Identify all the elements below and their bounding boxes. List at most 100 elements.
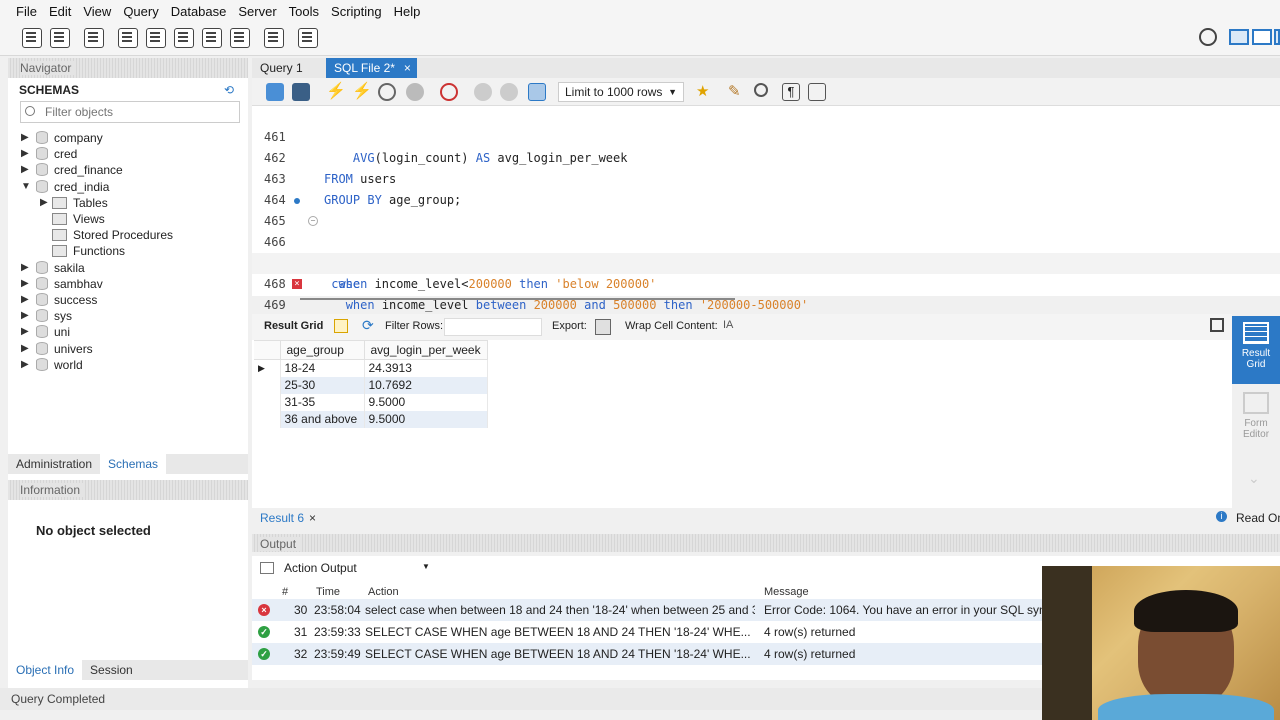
explain-icon[interactable]	[378, 83, 396, 101]
toggle-output-icon[interactable]	[1252, 29, 1272, 45]
limit-rows-select[interactable]: Limit to 1000 rows ▼	[558, 82, 684, 102]
find-icon[interactable]	[754, 83, 768, 97]
result-grid-button[interactable]: Result Grid	[1232, 316, 1280, 384]
expand-arrow-icon[interactable]: ▶	[21, 324, 29, 340]
open-sql-file-icon[interactable]	[50, 28, 70, 48]
grid-view-icon[interactable]	[334, 319, 348, 333]
tree-item[interactable]: ▶ cred_finance	[8, 162, 248, 178]
tree-item[interactable]: ▶ univers	[8, 341, 248, 357]
column-header[interactable]: avg_login_per_week	[363, 340, 488, 360]
tree-item[interactable]: ▶ uni	[8, 324, 248, 340]
tree-item[interactable]: ▶ company	[8, 130, 248, 146]
table-cell[interactable]: 18-24	[280, 359, 365, 377]
scroll-down-icon[interactable]: ⌄	[1248, 470, 1260, 487]
open-file-icon[interactable]	[266, 83, 284, 101]
expand-arrow-icon[interactable]: ▶	[40, 195, 48, 211]
table-row[interactable]: ▶ 18-24 24.3913	[254, 359, 488, 377]
tree-item[interactable]: ▶ world	[8, 357, 248, 373]
beautify-icon[interactable]: ★	[696, 83, 714, 101]
menu-query[interactable]: Query	[117, 4, 164, 19]
wrap-cell-icon[interactable]: IA	[723, 319, 733, 331]
commit-icon[interactable]	[474, 83, 492, 101]
form-editor-button[interactable]: Form Editor	[1232, 390, 1280, 448]
table-cell[interactable]: 10.7692	[364, 376, 488, 394]
invisible-chars-icon[interactable]: ¶	[782, 83, 800, 101]
column-header[interactable]: age_group	[279, 340, 365, 360]
create-procedure-icon[interactable]	[202, 28, 222, 48]
menu-tools[interactable]: Tools	[283, 4, 325, 19]
create-view-icon[interactable]	[174, 28, 194, 48]
tab-session[interactable]: Session	[82, 660, 141, 680]
copy-icon[interactable]	[260, 562, 274, 574]
menu-server[interactable]: Server	[232, 4, 282, 19]
menu-database[interactable]: Database	[165, 4, 233, 19]
table-row[interactable]: 36 and above 9.5000	[254, 410, 488, 428]
reconnect-icon[interactable]	[298, 28, 318, 48]
filter-objects-input[interactable]	[20, 101, 240, 123]
expand-arrow-icon[interactable]: ▶	[21, 162, 29, 178]
execute-icon[interactable]: ⚡	[326, 83, 346, 101]
expand-arrow-icon[interactable]: ▶	[21, 308, 29, 324]
create-table-icon[interactable]	[146, 28, 166, 48]
tree-item[interactable]: ▶ sambhav	[8, 276, 248, 292]
table-cell[interactable]: 24.3913	[364, 359, 488, 377]
editor-horizontal-scrollbar[interactable]	[300, 298, 735, 300]
table-row[interactable]: 25-30 10.7692	[254, 376, 488, 394]
table-cell[interactable]: 25-30	[280, 376, 365, 394]
toggle-sidebar-icon[interactable]	[1229, 29, 1249, 45]
tree-item[interactable]: Stored Procedures	[8, 227, 248, 243]
close-result-icon[interactable]: ×	[309, 511, 316, 525]
settings-icon[interactable]	[1199, 28, 1217, 46]
inspector-icon[interactable]	[84, 28, 104, 48]
tree-item[interactable]: ▶ sys	[8, 308, 248, 324]
expand-arrow-icon[interactable]: ▶	[21, 292, 29, 308]
chevron-down-icon[interactable]: ▼	[422, 562, 430, 571]
execute-current-icon[interactable]: ⚡	[352, 83, 372, 101]
stop-icon[interactable]	[406, 83, 424, 101]
menu-help[interactable]: Help	[388, 4, 427, 19]
expand-arrow-icon[interactable]: ▶	[21, 146, 29, 162]
fold-icon[interactable]: −	[308, 216, 318, 226]
expand-arrow-icon[interactable]: ▶	[21, 276, 29, 292]
menu-scripting[interactable]: Scripting	[325, 4, 388, 19]
autocommit-icon[interactable]	[528, 83, 546, 101]
output-mode-select[interactable]: Action Output	[284, 561, 357, 575]
expand-arrow-icon[interactable]: ▶	[21, 260, 29, 276]
create-function-icon[interactable]	[230, 28, 250, 48]
tab-query-1[interactable]: Query 1	[252, 58, 311, 78]
toggle-error-icon[interactable]	[440, 83, 458, 101]
save-icon[interactable]	[292, 83, 310, 101]
table-cell[interactable]: 36 and above	[280, 410, 365, 428]
tab-administration[interactable]: Administration	[8, 454, 100, 474]
new-sql-tab-icon[interactable]	[22, 28, 42, 48]
create-schema-icon[interactable]	[118, 28, 138, 48]
table-cell[interactable]: 9.5000	[364, 393, 488, 411]
export-icon[interactable]	[595, 319, 611, 335]
sql-editor[interactable]: 461 AVG(login_count) AS avg_login_per_we…	[252, 106, 1280, 312]
refresh-rows-icon[interactable]: ⟳	[362, 317, 374, 334]
wrap-lines-icon[interactable]	[808, 83, 826, 101]
tree-item[interactable]: ▼ cred_india	[8, 179, 248, 195]
tab-object-info[interactable]: Object Info	[8, 660, 83, 680]
filter-rows-input[interactable]	[444, 318, 542, 336]
tab-sql-file-2[interactable]: SQL File 2* ×	[326, 58, 417, 78]
menu-file[interactable]: File	[10, 4, 43, 19]
tree-item[interactable]: ▶ sakila	[8, 260, 248, 276]
menu-edit[interactable]: Edit	[43, 4, 77, 19]
tree-item[interactable]: ▶ cred	[8, 146, 248, 162]
expand-arrow-icon[interactable]: ▶	[21, 341, 29, 357]
tree-item[interactable]: ▶ success	[8, 292, 248, 308]
expand-arrow-icon[interactable]: ▶	[21, 357, 29, 373]
tree-item[interactable]: ▶ Tables	[8, 195, 248, 211]
toggle-secondary-icon[interactable]	[1274, 29, 1280, 45]
table-row[interactable]: 31-35 9.5000	[254, 393, 488, 411]
format-icon[interactable]: ✎	[728, 83, 746, 101]
close-tab-icon[interactable]: ×	[404, 58, 411, 78]
menu-view[interactable]: View	[77, 4, 117, 19]
table-cell[interactable]: 31-35	[280, 393, 365, 411]
tab-result-6[interactable]: Result 6	[260, 511, 304, 525]
tree-item[interactable]: Views	[8, 211, 248, 227]
tree-item[interactable]: Functions	[8, 243, 248, 259]
search-table-icon[interactable]	[264, 28, 284, 48]
collapse-arrow-icon[interactable]: ▼	[21, 179, 31, 195]
